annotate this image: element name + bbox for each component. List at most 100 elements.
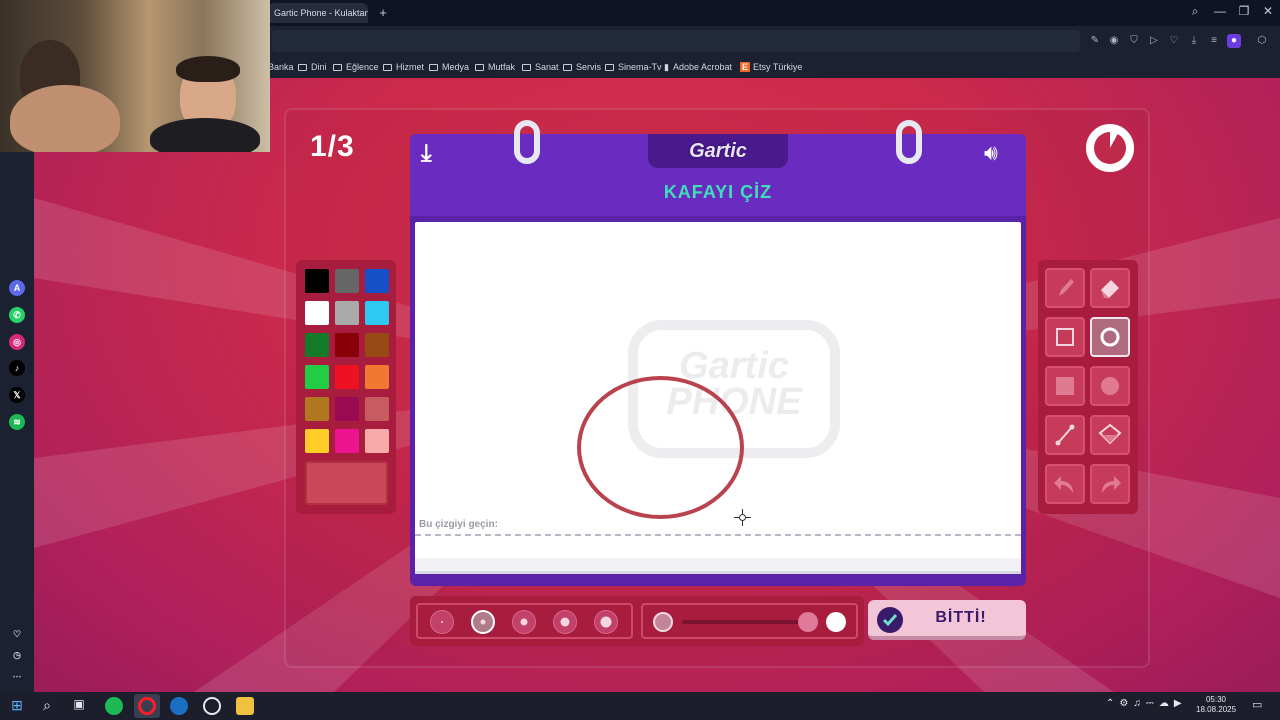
color-swatch[interactable]	[305, 365, 329, 389]
taskbar	[0, 692, 1280, 720]
whatsapp-icon[interactable]: ✆	[9, 307, 25, 323]
timer-icon	[1086, 124, 1134, 172]
spotify-icon[interactable]	[105, 697, 123, 715]
undo-tool[interactable]	[1045, 464, 1085, 504]
color-swatch[interactable]	[335, 365, 359, 389]
download-icon[interactable]: ⤓	[1187, 34, 1201, 48]
spotify-icon[interactable]: ≋	[9, 414, 25, 430]
play-icon[interactable]: ▷	[1147, 34, 1161, 48]
brush-size-5[interactable]	[594, 610, 618, 634]
square-outline-icon	[1056, 328, 1074, 346]
done-label: BİTTİ!	[935, 609, 987, 626]
heart-icon[interactable]: ♡	[1167, 34, 1181, 48]
extensions-icon[interactable]: ⬡	[1255, 34, 1269, 48]
restore-button[interactable]: ❐	[1235, 4, 1253, 18]
heart-icon[interactable]: ♡	[9, 626, 25, 642]
color-swatch[interactable]	[365, 333, 389, 357]
pencil-tool[interactable]	[1045, 268, 1085, 308]
volume-icon[interactable]: 🔊︎	[984, 140, 998, 166]
search-icon[interactable]: ⌕	[38, 697, 56, 715]
color-swatch[interactable]	[365, 301, 389, 325]
folder-icon	[563, 64, 572, 71]
color-swatch[interactable]	[365, 365, 389, 389]
fill-tool[interactable]	[1090, 415, 1130, 455]
color-swatch[interactable]	[335, 269, 359, 293]
color-swatch[interactable]	[365, 269, 389, 293]
color-swatch[interactable]	[335, 397, 359, 421]
ellipse-outline-tool[interactable]	[1090, 317, 1130, 357]
color-swatch[interactable]	[305, 397, 329, 421]
bookmark-etsy[interactable]: E Etsy Türkiye	[740, 62, 802, 72]
clock[interactable]: 05:30 18.08.2025	[1196, 695, 1236, 715]
notebook-ring	[896, 120, 922, 164]
color-swatch[interactable]	[305, 333, 329, 357]
check-icon	[877, 607, 903, 633]
more-icon[interactable]: ⋯	[9, 668, 25, 684]
notification-icon[interactable]: ▭	[1252, 698, 1262, 711]
person-left-body	[10, 85, 120, 152]
aria-icon[interactable]: A	[9, 280, 25, 296]
line-tool[interactable]	[1045, 415, 1085, 455]
tiktok-icon[interactable]: ♪	[9, 360, 25, 376]
instagram-icon[interactable]: ◎	[9, 334, 25, 350]
url-field[interactable]	[272, 30, 1080, 52]
bookmark-servis[interactable]: Servis	[563, 62, 601, 72]
brush-size-4[interactable]	[553, 610, 577, 634]
shield-icon[interactable]: ⛉	[1127, 34, 1141, 48]
square-filled-icon	[1056, 377, 1074, 395]
color-swatch[interactable]	[365, 397, 389, 421]
folder-icon	[522, 64, 531, 71]
bookmark-mutfak[interactable]: Mutfak	[475, 62, 515, 72]
bookmark-hizmet[interactable]: Hizmet	[383, 62, 424, 72]
rect-filled-tool[interactable]	[1045, 366, 1085, 406]
bookmark-eglence[interactable]: Eğlence	[333, 62, 379, 72]
color-swatch[interactable]	[305, 269, 329, 293]
ellipse-filled-tool[interactable]	[1090, 366, 1130, 406]
folder-icon	[298, 64, 307, 71]
minimize-button[interactable]: —	[1211, 4, 1229, 18]
x-icon[interactable]: 𝕏	[9, 387, 25, 403]
color-swatch[interactable]	[335, 429, 359, 453]
steam-icon[interactable]	[170, 697, 188, 715]
eraser-tool[interactable]	[1090, 268, 1130, 308]
profile-icon[interactable]: ●	[1227, 34, 1241, 48]
color-swatch[interactable]	[335, 333, 359, 357]
start-icon[interactable]: ⊞	[8, 697, 26, 715]
opacity-slider-thumb[interactable]	[798, 612, 818, 632]
brush-size-1[interactable]	[430, 610, 454, 634]
history-icon[interactable]: ◷	[9, 647, 25, 663]
edit-icon[interactable]: ✎	[1088, 34, 1102, 48]
person-right-body	[150, 118, 260, 152]
pencil-icon	[1059, 279, 1074, 296]
close-button[interactable]: ✕	[1259, 4, 1277, 18]
brush-size-3[interactable]	[512, 610, 536, 634]
menu-icon[interactable]: ≡	[1207, 34, 1221, 48]
color-swatch[interactable]	[335, 301, 359, 325]
search-icon[interactable]: ⌕	[1186, 4, 1204, 19]
bookmark-dini[interactable]: Dini	[298, 62, 327, 72]
color-swatch[interactable]	[305, 429, 329, 453]
opacity-max-icon	[826, 612, 846, 632]
bookmark-adobe-acrobat[interactable]: ▮ Adobe Acrobat	[664, 62, 732, 73]
bookmark-banka[interactable]: Banka	[268, 62, 294, 72]
opacity-slider-track[interactable]	[682, 620, 806, 624]
download-icon[interactable]: ⤓	[421, 140, 432, 168]
bookmark-sinema-tv[interactable]: Sinema-Tv	[605, 62, 662, 72]
system-tray[interactable]: ⌃⚙♫⎓☁▶	[1106, 698, 1187, 709]
task-view-icon[interactable]: ▣	[70, 697, 88, 715]
tab-gartic-phone[interactable]: Gartic Phone - Kulaktan K	[268, 3, 368, 23]
color-swatch[interactable]	[365, 429, 389, 453]
opera-icon[interactable]	[203, 697, 221, 715]
color-swatch[interactable]	[305, 301, 329, 325]
opera-gx-icon[interactable]	[138, 697, 156, 715]
rect-outline-tool[interactable]	[1045, 317, 1085, 357]
bookmark-sanat[interactable]: Sanat	[522, 62, 559, 72]
redo-tool[interactable]	[1090, 464, 1130, 504]
brush-size-2[interactable]	[471, 610, 495, 634]
new-tab-button[interactable]: +	[376, 6, 390, 20]
file-explorer-icon[interactable]	[236, 697, 254, 715]
camera-icon[interactable]: ◉	[1107, 34, 1121, 48]
circle-filled-icon	[1101, 377, 1119, 395]
browser-sidebar: A ✆ ◎ ♪ 𝕏 ≋ ♡ ◷ ⋯	[0, 78, 34, 692]
bookmark-medya[interactable]: Medya	[429, 62, 469, 72]
